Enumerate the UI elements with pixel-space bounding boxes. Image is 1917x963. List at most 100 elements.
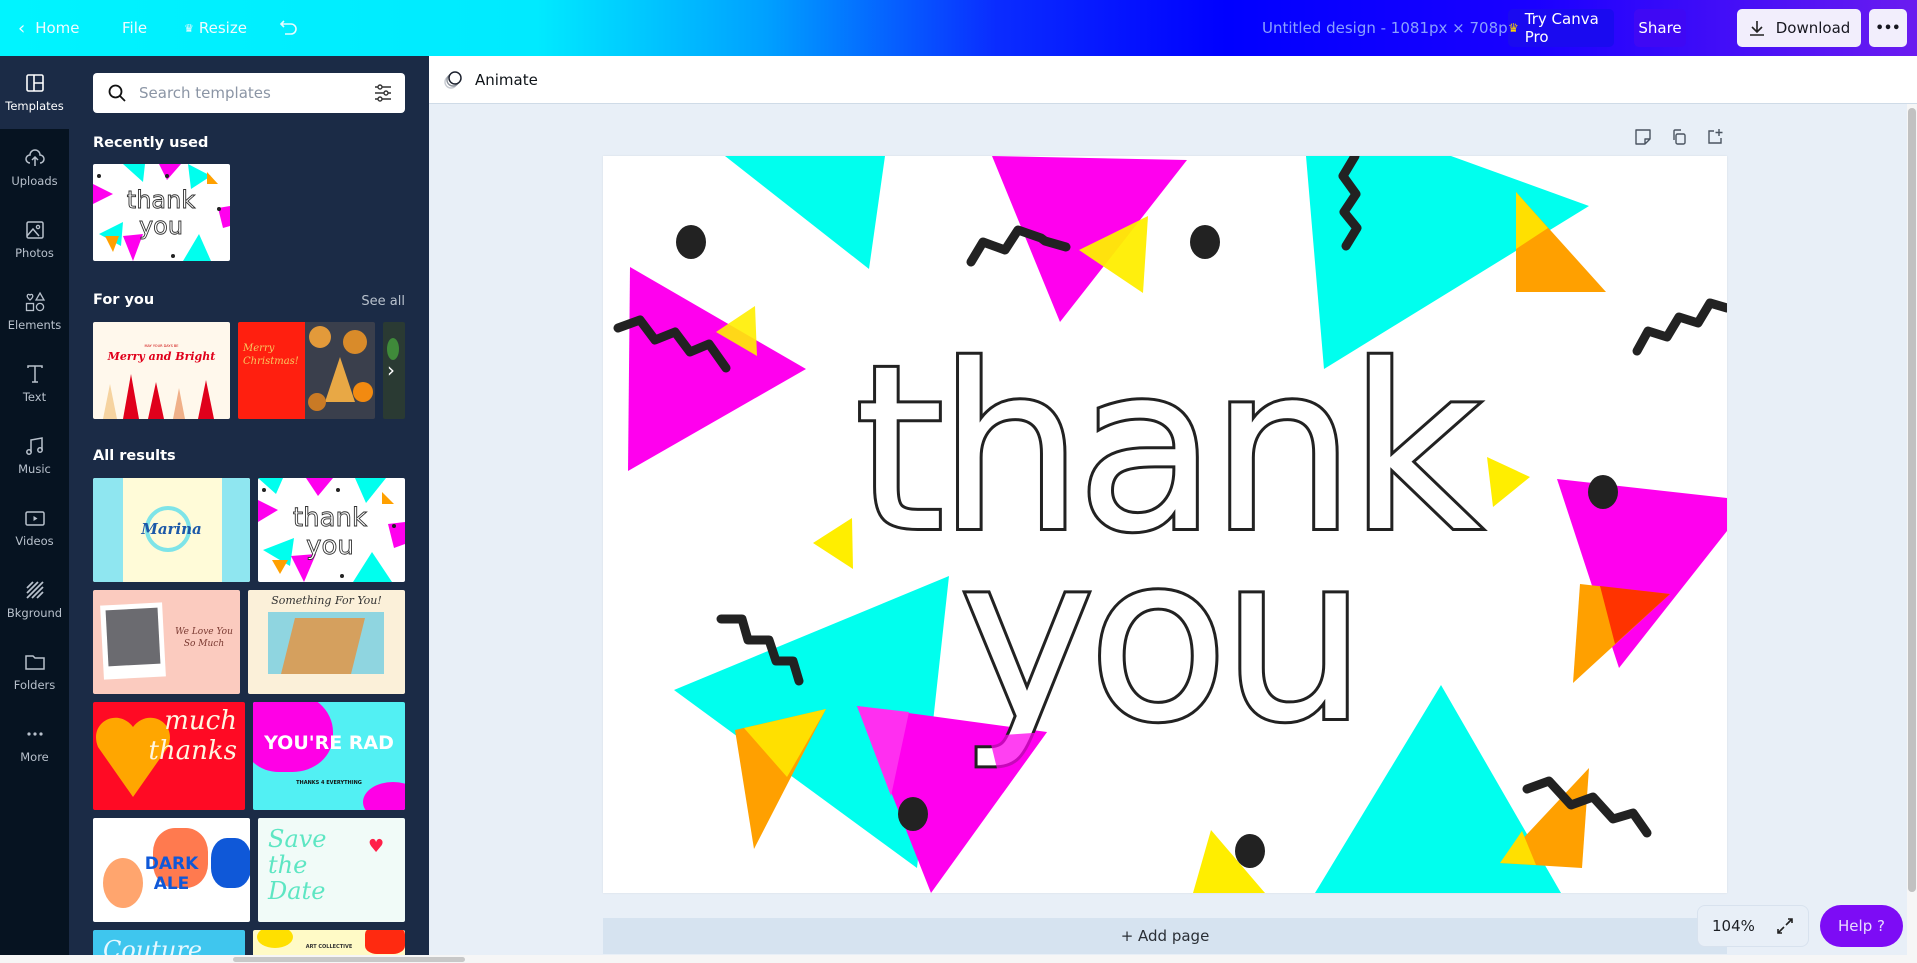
share-button[interactable]: Share <box>1634 9 1686 47</box>
thumb-text: thank <box>127 186 196 214</box>
thumb-title: Save the Date <box>268 825 327 905</box>
background-stripes-icon <box>25 580 44 599</box>
help-button[interactable]: Help ? <box>1820 905 1903 947</box>
template-thumbnail[interactable]: MAY YOUR DAYS BE Merry and Bright <box>93 322 230 419</box>
template-thumbnail[interactable]: thank you <box>93 164 230 261</box>
carousel-next-icon[interactable]: › <box>387 358 395 382</box>
undo-button[interactable] <box>279 0 299 56</box>
resize-button[interactable]: ♛ Resize <box>184 0 247 56</box>
resize-label: Resize <box>198 19 247 37</box>
top-bar: ‹ Home File ♛ Resize Untitled design - 1… <box>0 0 1917 56</box>
zoom-level[interactable]: 104% <box>1712 917 1755 935</box>
rail-label: Uploads <box>11 173 58 188</box>
rail-item-templates[interactable]: Templates <box>0 56 69 129</box>
crown-icon: ♛ <box>1508 21 1519 35</box>
template-thumbnail[interactable]: Something For You! <box>248 590 405 694</box>
magenta-triangle <box>992 156 1187 322</box>
crown-icon: ♛ <box>184 21 194 35</box>
template-thumbnail[interactable]: YOU'RE RAD THANKS 4 EVERYTHING <box>253 702 405 810</box>
try-pro-label: Try Canva Pro <box>1524 10 1599 46</box>
template-thumbnail[interactable]: thank you <box>258 478 405 582</box>
all-results-title: All results <box>93 448 176 464</box>
thumb-title: We Love You So Much <box>175 627 233 649</box>
file-menu-button[interactable]: File <box>122 0 147 56</box>
home-label: Home <box>35 19 80 37</box>
design-page[interactable]: thank you <box>603 156 1727 893</box>
rail-item-more[interactable]: More <box>0 707 69 779</box>
template-thumbnail[interactable]: DARK ALE <box>93 818 250 922</box>
image-icon <box>25 220 44 239</box>
undo-icon <box>279 20 297 35</box>
add-page-icon[interactable] <box>1705 127 1725 147</box>
design-text-you[interactable]: you <box>957 503 1370 775</box>
see-all-link[interactable]: See all <box>361 294 405 309</box>
thumb-title: Something For You! <box>271 594 382 607</box>
fullscreen-expand-icon[interactable] <box>1776 917 1794 935</box>
download-icon <box>1749 21 1764 36</box>
template-thumbnail[interactable]: Save the Date ♥ <box>258 818 405 922</box>
rail-item-photos[interactable]: Photos <box>0 203 69 275</box>
magenta-triangle <box>628 267 806 471</box>
animate-label: Animate <box>475 71 538 89</box>
scrollbar-thumb[interactable] <box>1908 108 1916 892</box>
rail-label: Music <box>18 461 51 476</box>
animate-button[interactable]: Animate <box>443 56 538 104</box>
more-options-button[interactable]: ••• <box>1869 9 1907 47</box>
rail-label: Templates <box>5 99 64 113</box>
yellow-triangle <box>813 518 853 569</box>
thumb-title: Merry Christmas! <box>243 343 299 367</box>
christmas-trees-art <box>103 374 214 419</box>
thumb-title: Marina <box>141 520 202 538</box>
recently-used-title: Recently used <box>93 135 209 151</box>
design-title[interactable]: Untitled design - 1081px × 708px <box>1262 0 1517 56</box>
rail-item-background[interactable]: Bkground <box>0 563 69 635</box>
template-thumbnail[interactable]: Marina <box>93 478 250 582</box>
search-templates-input[interactable] <box>139 84 359 102</box>
notes-icon[interactable] <box>1633 127 1653 147</box>
thumb-title: much thanks <box>148 706 237 766</box>
scrollbar-thumb[interactable] <box>233 957 465 962</box>
download-button[interactable]: Download <box>1737 9 1861 47</box>
video-play-icon <box>24 510 45 526</box>
duplicate-page-icon[interactable] <box>1669 127 1689 147</box>
rail-label: Videos <box>15 533 54 548</box>
left-rail: Templates Uploads Photos Elements Text M… <box>0 56 69 963</box>
heart-icon: ♥ <box>368 836 385 857</box>
add-page-button[interactable]: + Add page <box>603 918 1727 954</box>
cyan-triangle <box>725 156 885 269</box>
horizontal-scrollbar[interactable] <box>0 955 1917 963</box>
vertical-scrollbar[interactable] <box>1907 104 1917 955</box>
animate-icon <box>444 71 462 89</box>
templates-icon <box>25 74 44 92</box>
rail-item-text[interactable]: Text <box>0 347 69 419</box>
template-thumbnail[interactable]: Merry Christmas! <box>238 322 375 419</box>
rail-item-videos[interactable]: Videos <box>0 491 69 563</box>
rail-item-folders[interactable]: Folders <box>0 635 69 707</box>
rail-item-uploads[interactable]: Uploads <box>0 131 69 203</box>
file-label: File <box>122 19 148 37</box>
rail-label: Text <box>22 389 47 404</box>
rail-item-music[interactable]: Music <box>0 419 69 491</box>
editor-toolbar: Animate <box>429 56 1917 104</box>
zoom-control[interactable]: 104% <box>1697 905 1809 947</box>
filter-sliders-icon[interactable] <box>373 83 393 103</box>
shapes-icon <box>25 291 45 311</box>
template-thumbnail[interactable]: We Love You So Much <box>93 590 240 694</box>
music-note-icon <box>25 436 43 455</box>
folder-icon <box>24 654 45 670</box>
thumb-title: DARK ALE <box>144 854 199 894</box>
thumb-subtitle: THANKS 4 EVERYTHING <box>296 780 362 786</box>
upload-cloud-icon <box>24 148 45 166</box>
rail-label: Folders <box>13 677 56 692</box>
try-canva-pro-button[interactable]: ♛ Try Canva Pro <box>1508 9 1614 47</box>
rail-label: Bkground <box>6 605 63 620</box>
rail-item-elements[interactable]: Elements <box>0 275 69 347</box>
template-thumbnail[interactable]: much thanks <box>93 702 245 810</box>
rail-label: More <box>20 749 49 764</box>
svg-text:you: you <box>139 212 183 240</box>
yellow-triangle <box>1487 457 1530 507</box>
download-label: Download <box>1775 19 1851 37</box>
home-button[interactable]: ‹ Home <box>18 0 80 56</box>
search-box[interactable] <box>93 73 405 113</box>
more-dots-icon <box>26 731 43 736</box>
